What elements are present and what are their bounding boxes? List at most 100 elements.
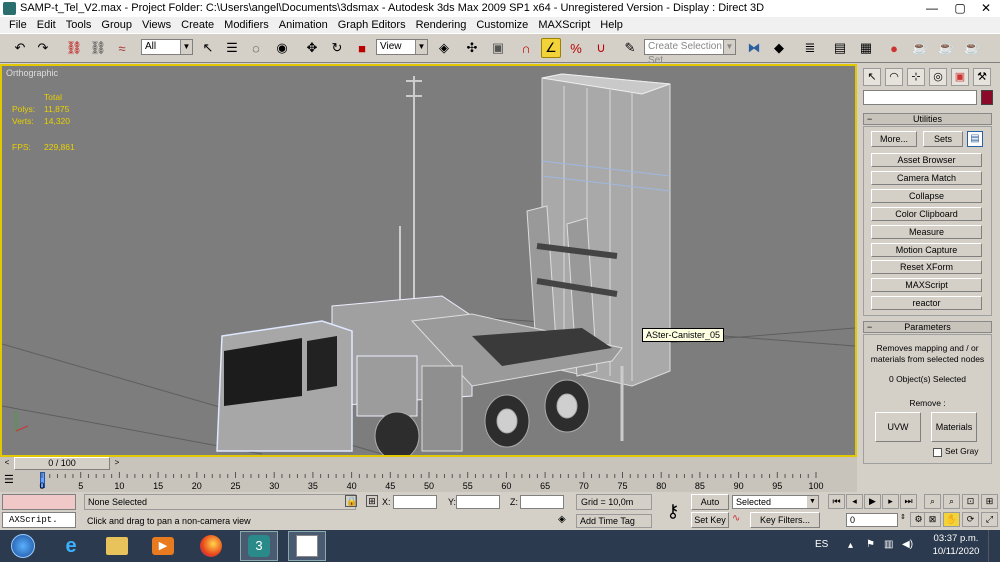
file-explorer-icon[interactable] xyxy=(98,531,136,561)
render-setup-icon[interactable]: ☕ xyxy=(910,38,930,58)
undo-icon[interactable]: ↶ xyxy=(10,38,30,58)
bind-space-warp-icon[interactable]: ≈ xyxy=(112,38,132,58)
more-button[interactable]: More... xyxy=(871,131,917,147)
modify-tab-icon[interactable]: ◠ xyxy=(885,68,903,86)
material-editor-icon[interactable]: ● xyxy=(884,38,904,58)
select-by-name-icon[interactable]: ☰ xyxy=(222,38,242,58)
clock-date[interactable]: 10/11/2020 xyxy=(930,546,982,557)
menu-group[interactable]: Group xyxy=(96,17,137,33)
absolute-mode-icon[interactable]: ⊞ xyxy=(366,495,378,507)
maxscript-input[interactable]: AXScript. xyxy=(2,512,76,528)
viewport-orthographic[interactable]: Orthographic Total Polys: 11,875 Verts: … xyxy=(0,64,857,457)
zoom-extents-all-icon[interactable]: ⊞ xyxy=(981,494,998,509)
maxscript-listener-mini[interactable] xyxy=(2,494,76,510)
materials-button[interactable]: Materials xyxy=(931,412,977,442)
utility-color-clipboard[interactable]: Color Clipboard xyxy=(871,207,982,221)
link-icon[interactable]: ⛓ xyxy=(64,38,84,58)
utility-reset-xform[interactable]: Reset XForm xyxy=(871,260,982,274)
slider-next-icon[interactable]: > xyxy=(112,458,122,469)
unlink-icon[interactable]: ⛓ xyxy=(88,38,108,58)
keyboard-shortcut-icon[interactable]: ▣ xyxy=(488,38,508,58)
utility-asset-browser[interactable]: Asset Browser xyxy=(871,153,982,167)
utility-collapse[interactable]: Collapse xyxy=(871,189,982,203)
previous-frame-icon[interactable]: ◂ xyxy=(846,494,863,509)
hierarchy-tab-icon[interactable]: ⊹ xyxy=(907,68,925,86)
menu-animation[interactable]: Animation xyxy=(274,17,333,33)
play-icon[interactable]: ▶ xyxy=(864,494,881,509)
select-manipulate-icon[interactable]: ✣ xyxy=(462,38,482,58)
clock-time[interactable]: 03:37 p.m. xyxy=(930,533,982,544)
time-slider[interactable]: < 0 / 100 > xyxy=(0,457,857,470)
redo-icon[interactable]: ↷ xyxy=(33,38,53,58)
zoom-icon[interactable]: ⌕ xyxy=(924,494,941,509)
edit-named-selection-icon[interactable]: ✎ xyxy=(620,38,640,58)
pivot-center-icon[interactable]: ◈ xyxy=(434,38,454,58)
utility-maxscript[interactable]: MAXScript xyxy=(871,278,982,292)
select-object-icon[interactable]: ↖ xyxy=(198,38,218,58)
mirror-icon[interactable]: ⧓ xyxy=(744,38,764,58)
window-crossing-icon[interactable]: ◉ xyxy=(272,38,292,58)
utility-measure[interactable]: Measure xyxy=(871,225,982,239)
key-mode-dropdown[interactable]: Selected ▼ xyxy=(732,495,819,509)
move-icon[interactable]: ✥ xyxy=(302,38,322,58)
tray-expand-icon[interactable]: ▴ xyxy=(848,540,853,551)
arc-rotate-icon[interactable]: ⟳ xyxy=(962,512,979,527)
reference-coord-dropdown[interactable]: View ▼ xyxy=(376,39,428,55)
slider-prev-icon[interactable]: < xyxy=(2,458,12,469)
menu-customize[interactable]: Customize xyxy=(471,17,533,33)
show-desktop-button[interactable] xyxy=(988,530,1000,562)
3dsmax-taskbar-icon[interactable]: 3 xyxy=(240,531,278,561)
create-tab-icon[interactable]: ↖ xyxy=(863,68,881,86)
current-frame-field[interactable]: 0 xyxy=(846,513,898,527)
scale-icon[interactable]: ■ xyxy=(352,38,372,58)
set-key-icon[interactable]: ⚷ xyxy=(660,498,686,524)
selection-filter-dropdown[interactable]: All ▼ xyxy=(141,39,193,55)
minimize-button[interactable]: — xyxy=(918,0,946,17)
utility-camera-match[interactable]: Camera Match xyxy=(871,171,982,185)
next-frame-icon[interactable]: ▸ xyxy=(882,494,899,509)
volume-icon[interactable]: ◀) xyxy=(902,539,913,550)
default-in-out-tangents-icon[interactable]: ∿ xyxy=(732,513,746,527)
utility-motion-capture[interactable]: Motion Capture xyxy=(871,243,982,257)
motion-tab-icon[interactable]: ◎ xyxy=(929,68,947,86)
key-filters-button[interactable]: Key Filters... xyxy=(750,512,820,528)
named-selection-dropdown[interactable]: Create Selection Set ▼ xyxy=(644,39,736,66)
frame-spinner-icon[interactable]: ⇕ xyxy=(900,513,908,527)
menu-create[interactable]: Create xyxy=(176,17,219,33)
flag-icon[interactable]: ⚑ xyxy=(866,539,875,550)
utilities-rollout-header[interactable]: − Utilities xyxy=(863,113,992,125)
network-icon[interactable]: ▥ xyxy=(884,539,893,550)
x-coordinate-field[interactable] xyxy=(393,495,437,509)
utilities-tab-icon[interactable]: ⚒ xyxy=(973,68,991,86)
add-time-tag-button[interactable]: Add Time Tag xyxy=(576,514,652,528)
utility-reactor[interactable]: reactor xyxy=(871,296,982,310)
firefox-icon[interactable] xyxy=(192,531,230,561)
align-icon[interactable]: ◆ xyxy=(769,38,789,58)
menu-views[interactable]: Views xyxy=(137,17,176,33)
quick-render-icon[interactable]: ☕ xyxy=(962,38,982,58)
zoom-extents-icon[interactable]: ⊡ xyxy=(962,494,979,509)
menu-rendering[interactable]: Rendering xyxy=(411,17,472,33)
selection-region-icon[interactable]: ◌ xyxy=(246,38,266,58)
angle-snap-icon[interactable]: ∠ xyxy=(541,38,561,58)
zoom-all-icon[interactable]: ⌕ xyxy=(943,494,960,509)
internet-explorer-icon[interactable]: e xyxy=(52,531,90,561)
snap-toggle-icon[interactable]: ∩ xyxy=(516,38,536,58)
auto-key-button[interactable]: Auto Key xyxy=(691,494,729,521)
maximize-button[interactable]: ▢ xyxy=(946,0,974,17)
rotate-icon[interactable]: ↻ xyxy=(327,38,347,58)
media-player-icon[interactable]: ▶ xyxy=(144,531,182,561)
menu-modifiers[interactable]: Modifiers xyxy=(219,17,274,33)
track-bar[interactable]: ☰ 0 5 10 15 20 25 30 35 40 45 50 55 60 65 70 75 80 85 90 95… xyxy=(0,470,857,492)
object-name-field[interactable] xyxy=(863,90,977,105)
menu-tools[interactable]: Tools xyxy=(61,17,97,33)
go-to-start-icon[interactable]: ⏮ xyxy=(828,494,845,509)
menu-edit[interactable]: Edit xyxy=(32,17,61,33)
schematic-view-icon[interactable]: ▦ xyxy=(856,38,876,58)
lock-selection-icon[interactable]: 🔒 xyxy=(345,495,357,507)
language-indicator[interactable]: ES xyxy=(815,539,828,550)
layer-manager-icon[interactable]: ≣ xyxy=(800,38,820,58)
configure-sets-icon[interactable]: ▤ xyxy=(967,131,983,147)
parameters-rollout-header[interactable]: − Parameters xyxy=(863,321,992,333)
z-coordinate-field[interactable] xyxy=(520,495,564,509)
